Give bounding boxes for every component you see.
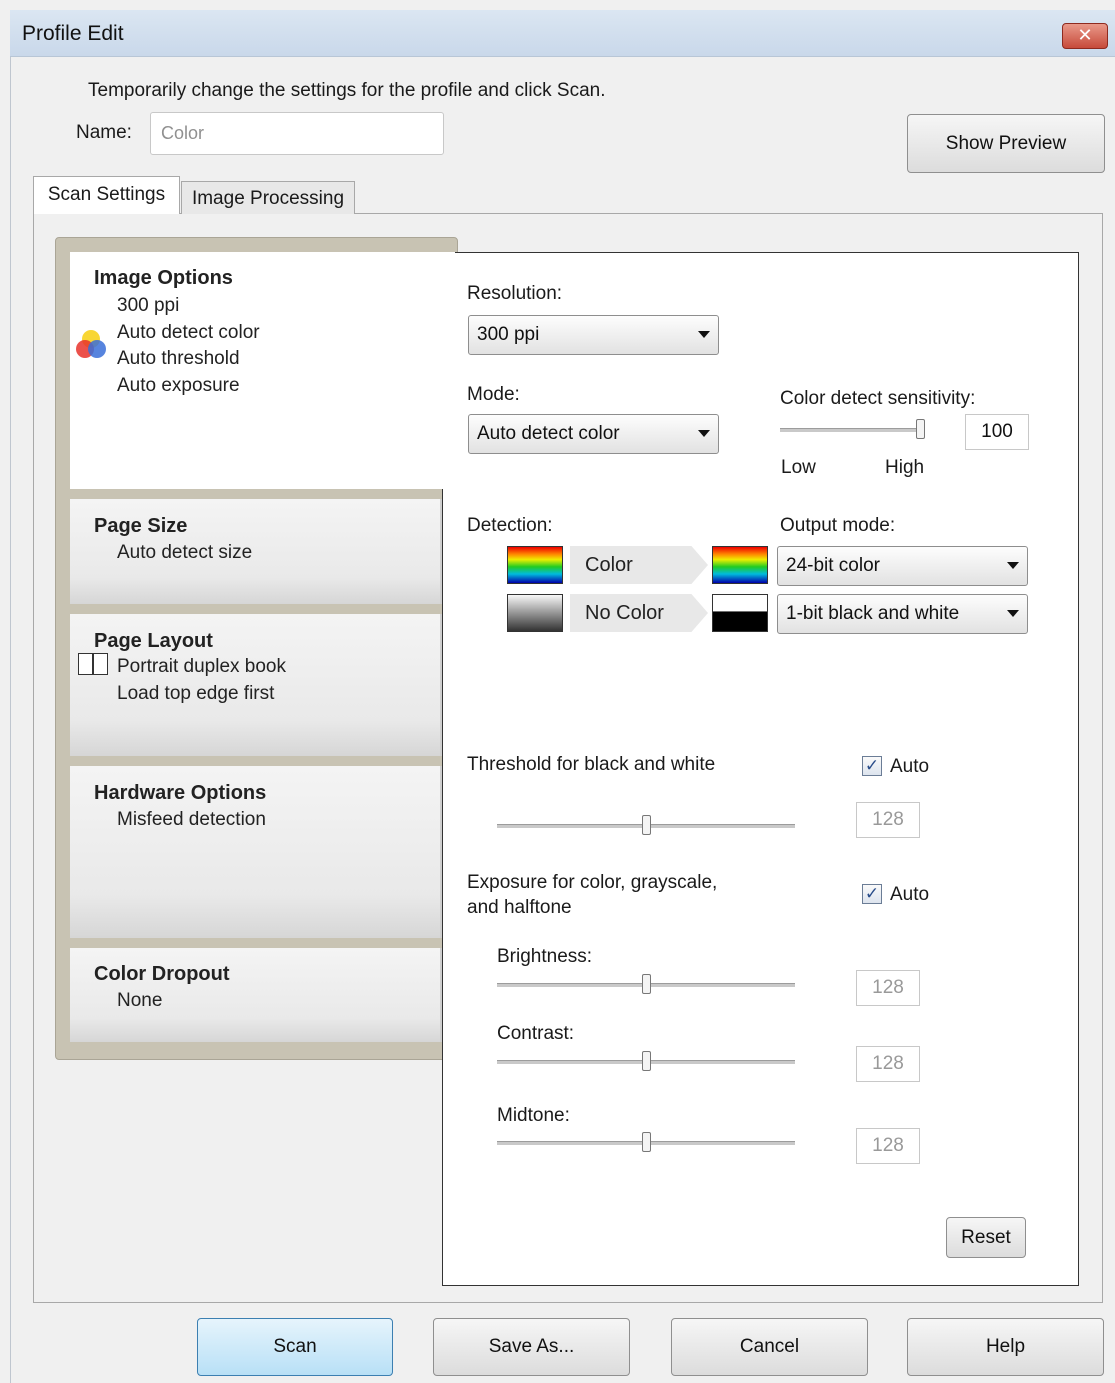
threshold-value[interactable]: 128 bbox=[856, 802, 920, 838]
title-bar bbox=[10, 10, 1115, 57]
contrast-slider-thumb[interactable] bbox=[642, 1051, 651, 1071]
color-output-value: 24-bit color bbox=[786, 555, 880, 576]
card-line: Auto detect size bbox=[117, 542, 253, 563]
card-image-options[interactable]: Image Options 300 ppi Auto detect color … bbox=[70, 252, 455, 489]
card-title: Hardware Options bbox=[94, 782, 267, 804]
tab-image-processing[interactable]: Image Processing bbox=[181, 181, 355, 214]
name-label: Name: bbox=[76, 122, 132, 143]
no-color-output-select[interactable]: 1-bit black and white bbox=[777, 594, 1028, 634]
mode-select[interactable]: Auto detect color bbox=[468, 414, 719, 454]
resolution-value: 300 ppi bbox=[477, 324, 540, 345]
card-title: Page Size bbox=[94, 515, 188, 537]
color-detection-arrow: Color bbox=[570, 546, 708, 584]
instructions-text: Temporarily change the settings for the … bbox=[88, 80, 606, 101]
threshold-auto-checkbox[interactable]: ✓ bbox=[862, 756, 882, 776]
chevron-down-icon bbox=[698, 430, 710, 437]
card-title: Image Options bbox=[94, 267, 233, 289]
cancel-button[interactable]: Cancel bbox=[671, 1318, 868, 1376]
sensitivity-high-label: High bbox=[885, 457, 925, 478]
reset-button[interactable]: Reset bbox=[946, 1217, 1026, 1258]
close-button[interactable]: ✕ bbox=[1062, 23, 1108, 49]
card-line: Misfeed detection bbox=[117, 809, 266, 830]
threshold-slider-thumb[interactable] bbox=[642, 815, 651, 835]
window-title: Profile Edit bbox=[22, 22, 124, 45]
sensitivity-slider-thumb[interactable] bbox=[916, 419, 925, 439]
mode-label: Mode: bbox=[467, 384, 520, 405]
tab-scan-settings[interactable]: Scan Settings bbox=[33, 176, 180, 214]
sensitivity-low-label: Low bbox=[781, 457, 816, 478]
no-color-detected-icon bbox=[507, 594, 563, 632]
resolution-label: Resolution: bbox=[467, 283, 563, 304]
contrast-label: Contrast: bbox=[497, 1023, 575, 1044]
midtone-slider-thumb[interactable] bbox=[642, 1132, 651, 1152]
chevron-down-icon bbox=[1007, 610, 1019, 617]
sensitivity-value[interactable]: 100 bbox=[965, 414, 1029, 450]
color-detected-icon bbox=[507, 546, 563, 584]
threshold-auto-label: Auto bbox=[890, 756, 930, 777]
no-color-output-value: 1-bit black and white bbox=[786, 603, 960, 624]
card-line: None bbox=[117, 990, 163, 1011]
exposure-label-line2: and halftone bbox=[467, 897, 572, 918]
contrast-value[interactable]: 128 bbox=[856, 1046, 920, 1082]
exposure-label-line1: Exposure for color, grayscale, bbox=[467, 872, 718, 893]
card-title: Page Layout bbox=[94, 630, 213, 652]
color-output-icon bbox=[712, 546, 768, 584]
card-page-layout[interactable]: Page Layout Portrait duplex book Load to… bbox=[70, 614, 442, 756]
card-title: Color Dropout bbox=[94, 963, 230, 985]
color-output-select[interactable]: 24-bit color bbox=[777, 546, 1028, 586]
card-line: Auto exposure bbox=[117, 375, 240, 396]
card-line: Load top edge first bbox=[117, 683, 275, 704]
mode-value: Auto detect color bbox=[477, 423, 620, 444]
chevron-down-icon bbox=[1007, 562, 1019, 569]
chevron-down-icon bbox=[698, 331, 710, 338]
scan-button[interactable]: Scan bbox=[197, 1318, 393, 1376]
card-line: Portrait duplex book bbox=[117, 656, 286, 677]
brightness-value[interactable]: 128 bbox=[856, 970, 920, 1006]
book-layout-icon bbox=[78, 653, 108, 675]
detection-label: Detection: bbox=[467, 515, 553, 536]
midtone-label: Midtone: bbox=[497, 1105, 570, 1126]
save-as-button[interactable]: Save As... bbox=[433, 1318, 630, 1376]
card-line: Auto threshold bbox=[117, 348, 240, 369]
midtone-value[interactable]: 128 bbox=[856, 1128, 920, 1164]
exposure-auto-checkbox[interactable]: ✓ bbox=[862, 884, 882, 904]
card-line: 300 ppi bbox=[117, 295, 180, 316]
help-button[interactable]: Help bbox=[907, 1318, 1104, 1376]
show-preview-button[interactable]: Show Preview bbox=[907, 114, 1105, 173]
brightness-label: Brightness: bbox=[497, 946, 593, 967]
card-line: Auto detect color bbox=[117, 322, 260, 343]
color-wheel-icon bbox=[76, 330, 106, 358]
name-field[interactable]: Color bbox=[150, 112, 444, 155]
sensitivity-slider-track bbox=[780, 428, 925, 432]
threshold-label: Threshold for black and white bbox=[467, 754, 716, 775]
sensitivity-label: Color detect sensitivity: bbox=[780, 388, 976, 409]
no-color-detection-arrow: No Color bbox=[570, 594, 708, 632]
card-hardware-options[interactable]: Hardware Options Misfeed detection bbox=[70, 766, 442, 938]
brightness-slider-thumb[interactable] bbox=[642, 974, 651, 994]
exposure-auto-label: Auto bbox=[890, 884, 930, 905]
resolution-select[interactable]: 300 ppi bbox=[468, 315, 719, 355]
card-page-size[interactable]: Page Size Auto detect size bbox=[70, 499, 442, 604]
bw-output-icon bbox=[712, 594, 768, 632]
output-mode-label: Output mode: bbox=[780, 515, 896, 536]
card-color-dropout[interactable]: Color Dropout None bbox=[70, 948, 442, 1042]
